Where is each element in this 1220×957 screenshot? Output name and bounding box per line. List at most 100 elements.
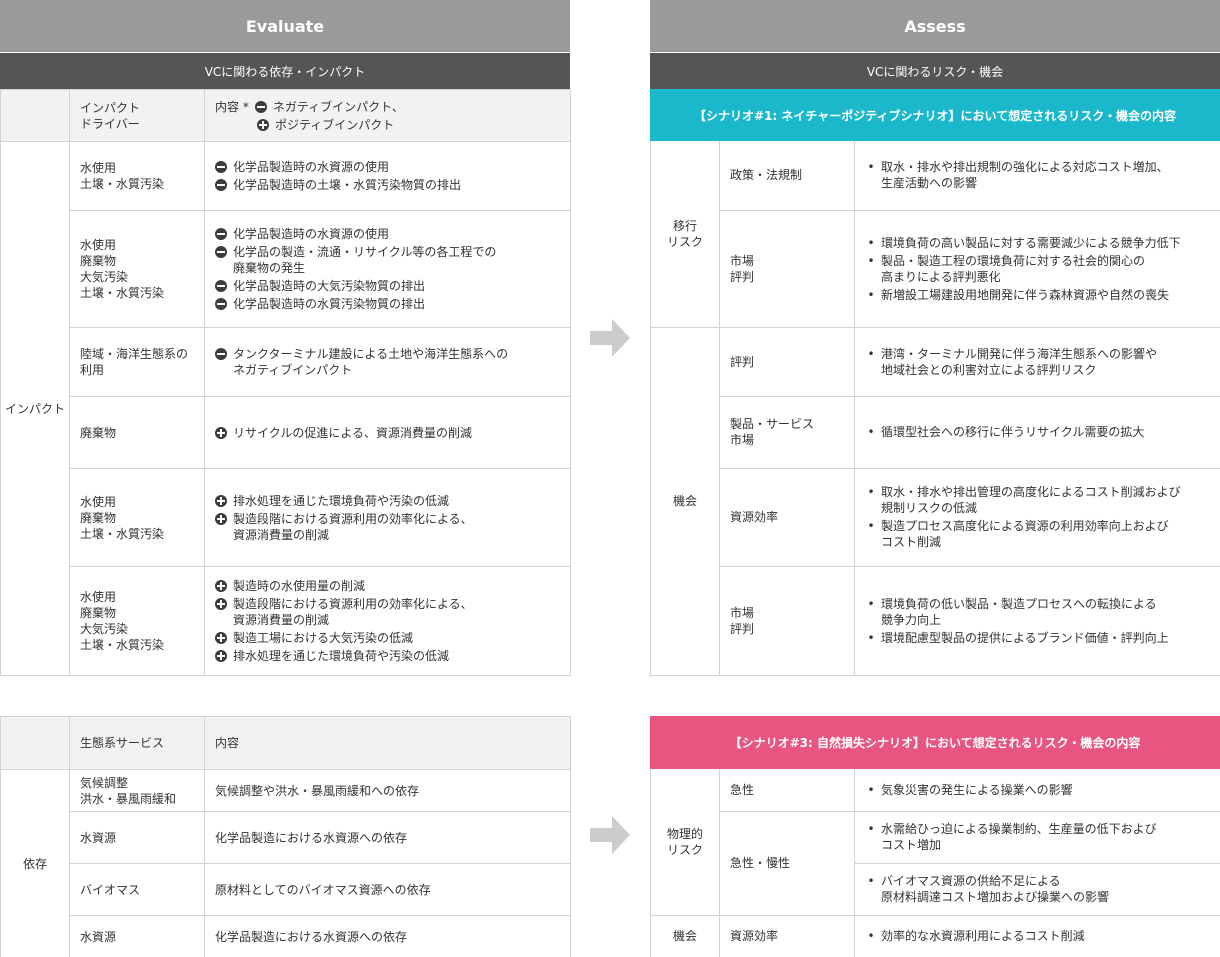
risk-row: 市場 評判 • 環境負荷の高い製品に対する需要減少による競争力低下 • 製品・製造工… — [651, 209, 1220, 328]
dependency-content-cell: 原材料としてのバイオマス資源への依存 — [204, 863, 571, 916]
risk-item-text: 環境負荷の低い製品・製造プロセスへの転換による 競争力向上 — [881, 596, 1157, 627]
bullet: • — [867, 287, 875, 302]
service-cell: バイオマス — [69, 863, 205, 916]
impact-item-text: 排水処理を通じた環境負荷や汚染の低減 — [233, 493, 450, 508]
impact-row: 陸域・海洋生態系の 利用 タンクターミナル建設による土地や海洋生態系への ネガテ… — [1, 327, 571, 397]
minus-circle-icon — [215, 228, 227, 240]
service-cell: 水資源 — [69, 811, 205, 864]
risk-row: 急性・慢性 • 水需給ひっ迫による操業制約、生産量の低下および コスト増加 — [651, 810, 1220, 916]
risk-item-text: 港湾・ターミナル開発に伴う海洋生態系への影響や 地域社会との利害対立による評判リ… — [881, 346, 1158, 377]
driver-header: インパクト ドライバー — [69, 89, 205, 142]
impact-row: 水使用 廃棄物 大気汚染 土壌・水質汚染 化学品製造時の水資源の使用 化学品の製… — [1, 210, 571, 328]
impact-item-text: 製造段階における資源利用の効率化による、 資源消費量の削減 — [233, 597, 473, 627]
category-cell: 製品・サービス 市場 — [719, 395, 855, 469]
category-cell: 資源効率 — [719, 914, 855, 957]
dependency-content-cell: 化学品製造における水資源への依存 — [204, 811, 571, 864]
category-cell: 評判 — [719, 326, 855, 397]
service-cell: 水資源 — [69, 915, 205, 957]
opportunity-label: 機会 — [650, 914, 720, 957]
risk-content-cell: • 港湾・ターミナル開発に伴う海洋生態系への影響や 地域社会との利害対立による評判… — [854, 326, 1220, 397]
risk-content-cell: • 取水・排水や排出規制の強化による対応コスト増加、 生産活動への影響 — [854, 141, 1220, 211]
bullet: • — [867, 596, 875, 611]
impact-item-text: 化学品製造時の水資源の使用 — [233, 227, 390, 241]
impact-item-text: タンクターミナル建設による土地や海洋生態系への ネガティブインパクト — [233, 347, 509, 377]
impact-content-cell: 製造時の水使用量の削減 製造段階における資源利用の効率化による、 資源消費量の削… — [204, 566, 571, 676]
category-cell: 資源効率 — [719, 467, 855, 567]
impact-item-text: 化学品製造時の土壌・水質汚染物質の排出 — [233, 178, 462, 192]
dependency-row: 水資源 化学品製造における水資源への依存 — [1, 915, 571, 957]
category-cell: 急性・慢性 — [719, 810, 855, 916]
physical-risk-label: 物理的 リスク — [650, 769, 720, 916]
impact-row: インパクト 水使用 土壌・水質汚染 化学品製造時の水資源の使用 化学品製造時の土… — [0, 141, 571, 676]
scenario1-table: 移行 リスク 政策・法規制 • 取水・排水や排出規制の強化による対応コスト増加、 … — [650, 141, 1220, 676]
assess-subheader: VCに関わるリスク・機会 — [650, 53, 1220, 90]
impact-item-text: 製造段階における資源利用の効率化による、 資源消費量の削減 — [233, 511, 473, 542]
risk-content-cell: • バイオマス資源の供給不足による 原材料調達コスト増加および操業への影響 — [854, 862, 1220, 916]
minus-circle-icon — [215, 280, 227, 292]
plus-circle-icon — [215, 512, 227, 525]
service-cell: 気候調整 洪水・暴風雨緩和 — [69, 769, 205, 812]
opportunity-row: 機会 資源効率 • 効率的な水資源利用によるコスト削減 — [650, 914, 1220, 957]
driver-cell: 水使用 廃棄物 大気汚染 土壌・水質汚染 — [69, 210, 205, 328]
driver-cell: 廃棄物 — [69, 396, 205, 469]
content-header: 内容 — [204, 716, 571, 770]
dependency-table-header: 生態系サービス 内容 — [0, 716, 571, 770]
minus-circle-icon — [215, 348, 227, 360]
category-cell: 市場 評判 — [719, 209, 855, 328]
risk-item-text: 製造プロセス高度化による資源の利用効率向上および コスト削減 — [881, 519, 1169, 549]
opportunity-row: 市場 評判 • 環境負荷の低い製品・製造プロセスへの転換による 競争力向上 • 環境… — [651, 565, 1220, 676]
impact-table-header: インパクト ドライバー 内容 * ネガティブインパクト、 ポジティブインパクト — [0, 89, 571, 142]
bullet: • — [867, 485, 875, 499]
risk-content-cell: • 取水・排水や排出管理の高度化によるコスト削減および 規制リスクの低減 • 製造プ… — [854, 467, 1220, 567]
scenario1-title: 【シナリオ#1: ネイチャーポジティブシナリオ】において想定されるリスク・機会の… — [694, 108, 1176, 123]
impact-item-text: 製造工場における大気汚染の低減 — [233, 631, 414, 645]
risk-content-cell: • 気象災害の発生による操業への影響 — [854, 769, 1220, 812]
impact-content-cell: リサイクルの促進による、資源消費量の削減 — [204, 396, 571, 469]
dependency-row: バイオマス 原材料としてのバイオマス資源への依存 — [1, 863, 571, 916]
plus-circle-icon — [215, 632, 227, 644]
risk-item-text: 効率的な水資源利用によるコスト削減 — [881, 929, 1085, 943]
risk-item-text: 水需給ひっ迫による操業制約、生産量の低下および コスト増加 — [881, 822, 1157, 852]
risk-content-cell: • 効率的な水資源利用によるコスト削減 — [854, 914, 1220, 957]
risk-content-cell: • 環境負荷の低い製品・製造プロセスへの転換による 競争力向上 • 環境配慮型製品の… — [854, 565, 1220, 676]
plus-circle-icon — [215, 580, 227, 592]
scenario3-banner: 【シナリオ#3: 自然損失シナリオ】において想定されるリスク・機会の内容 — [650, 716, 1220, 769]
driver-cell: 水使用 土壌・水質汚染 — [69, 141, 205, 211]
risk-content-cell: • 循環型社会への移行に伴うリサイクル需要の拡大 — [854, 395, 1220, 469]
bullet: • — [867, 929, 875, 943]
bullet: • — [867, 874, 875, 888]
category-cell: 政策・法規制 — [719, 141, 855, 211]
impact-content-cell: タンクターミナル建設による土地や海洋生態系への ネガティブインパクト — [204, 327, 571, 397]
plus-circle-icon — [257, 118, 269, 131]
scenario1-banner: 【シナリオ#1: ネイチャーポジティブシナリオ】において想定されるリスク・機会の… — [650, 89, 1220, 141]
category-cell: 急性 — [719, 769, 855, 812]
bullet: • — [867, 235, 875, 250]
bullet: • — [867, 253, 875, 268]
impact-row: 廃棄物 リサイクルの促進による、資源消費量の削減 — [1, 396, 571, 469]
positive-impact-label: ポジティブインパクト — [275, 117, 395, 132]
bullet: • — [867, 519, 875, 533]
content-header: 内容 * ネガティブインパクト、 ポジティブインパクト — [204, 89, 571, 142]
risk-content-cell: • 水需給ひっ迫による操業制約、生産量の低下および コスト増加 — [854, 810, 1220, 864]
impact-item-text: 排水処理を通じた環境負荷や汚染の低減 — [233, 649, 450, 663]
evaluate-subheader: VCに関わる依存・インパクト — [0, 53, 570, 90]
risk-content-cell: • 環境負荷の高い製品に対する需要減少による競争力低下 • 製品・製造工程の環境負荷… — [854, 209, 1220, 328]
bullet: • — [867, 630, 875, 645]
plus-circle-icon — [215, 426, 227, 439]
bullet: • — [867, 346, 875, 361]
minus-circle-icon — [215, 246, 227, 258]
bullet: • — [867, 822, 875, 836]
impact-item-text: 製造時の水使用量の削減 — [233, 579, 366, 593]
dependency-table: 生態系サービス 内容 依存 気候調整 洪水・暴風雨緩和 気候調整や洪水・暴風雨緩… — [0, 716, 571, 957]
scenario3-title: 【シナリオ#3: 自然損失シナリオ】において想定されるリスク・機会の内容 — [729, 736, 1141, 750]
opportunity-row: 製品・サービス 市場 • 循環型社会への移行に伴うリサイクル需要の拡大 — [651, 395, 1220, 469]
risk-item-text: 新増設工場建設用地開発に伴う森林資源や自然の喪失 — [881, 287, 1170, 302]
impact-item-text: 化学品製造時の水資源の使用 — [233, 160, 390, 174]
content-label: 内容 * — [215, 99, 249, 114]
driver-cell: 水使用 廃棄物 大気汚染 土壌・水質汚染 — [69, 566, 205, 676]
plus-circle-icon — [215, 598, 227, 610]
category-cell: 市場 評判 — [719, 565, 855, 676]
bullet: • — [867, 425, 875, 439]
minus-circle-icon — [254, 100, 267, 113]
impact-row: 水使用 廃棄物 土壌・水質汚染 排水処理を通じた環境負荷や汚染の低減 製造段階に… — [1, 468, 571, 567]
